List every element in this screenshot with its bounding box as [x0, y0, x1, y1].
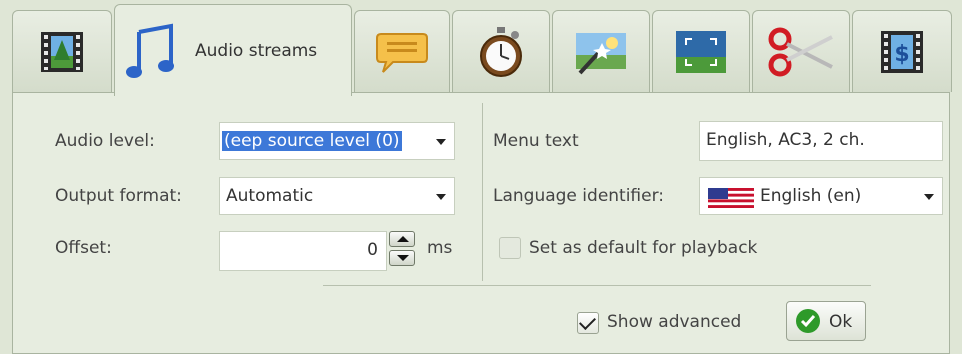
output-format-select[interactable]: Automatic [219, 177, 455, 215]
ok-label: Ok [829, 312, 853, 332]
tab-crop[interactable] [652, 10, 750, 92]
film-dollar-icon: $ [881, 30, 923, 73]
film-image-icon [41, 31, 83, 72]
output-format-label: Output format: [55, 186, 182, 206]
tab-timing[interactable] [452, 10, 550, 92]
us-flag-icon [708, 188, 754, 208]
stopwatch-icon [480, 26, 522, 77]
tab-effects[interactable] [552, 10, 650, 92]
audio-level-select[interactable]: (eep source level (0) [219, 122, 455, 160]
offset-value: 0 [367, 240, 378, 260]
column-divider [482, 103, 483, 281]
scissors-icon [768, 27, 833, 76]
tab-video[interactable] [12, 10, 112, 92]
tab-subtitles[interactable] [354, 10, 450, 92]
ok-button[interactable]: Ok [786, 301, 866, 341]
menu-text-value: English, AC3, 2 ch. [706, 130, 865, 150]
tab-strip: Audio streams $ [0, 0, 962, 96]
offset-input[interactable]: 0 [219, 231, 387, 271]
green-check-icon [796, 309, 820, 333]
music-note-icon [126, 23, 174, 78]
audio-level-value: (eep source level (0) [221, 130, 403, 152]
magic-wand-icon [576, 32, 626, 74]
footer-divider [323, 285, 871, 286]
offset-increment-button[interactable] [389, 231, 415, 247]
show-advanced-label: Show advanced [607, 312, 742, 332]
arrow-down-icon [397, 255, 409, 261]
svg-text:$: $ [894, 42, 909, 67]
crop-frame-icon [676, 30, 726, 73]
menu-text-input[interactable]: English, AC3, 2 ch. [699, 121, 943, 161]
offset-unit: ms [427, 238, 453, 258]
language-select[interactable]: English (en) [699, 177, 943, 215]
offset-stepper[interactable] [387, 231, 417, 267]
tab-audio-streams-label: Audio streams [195, 40, 318, 61]
output-format-value: Automatic [226, 186, 314, 206]
offset-decrement-button[interactable] [389, 250, 415, 266]
chevron-down-icon[interactable] [924, 194, 934, 200]
show-advanced-checkbox[interactable] [577, 312, 599, 334]
checkmark-icon [579, 313, 596, 330]
tab-cut[interactable] [752, 10, 850, 92]
default-playback-label: Set as default for playback [529, 238, 758, 258]
offset-label: Offset: [55, 238, 112, 258]
menu-text-label: Menu text [493, 131, 579, 151]
chevron-down-icon[interactable] [436, 139, 446, 145]
default-playback-checkbox[interactable] [499, 237, 521, 259]
tab-audio-streams[interactable]: Audio streams [114, 4, 352, 96]
speech-bubble-icon [376, 32, 428, 73]
chevron-down-icon[interactable] [436, 194, 446, 200]
audio-streams-panel: Audio level: (eep source level (0) Outpu… [12, 92, 950, 354]
audio-level-label: Audio level: [55, 131, 155, 151]
tab-encode[interactable]: $ [852, 10, 952, 92]
language-value: English (en) [760, 186, 862, 206]
arrow-up-icon [397, 236, 409, 242]
language-identifier-label: Language identifier: [493, 186, 665, 206]
